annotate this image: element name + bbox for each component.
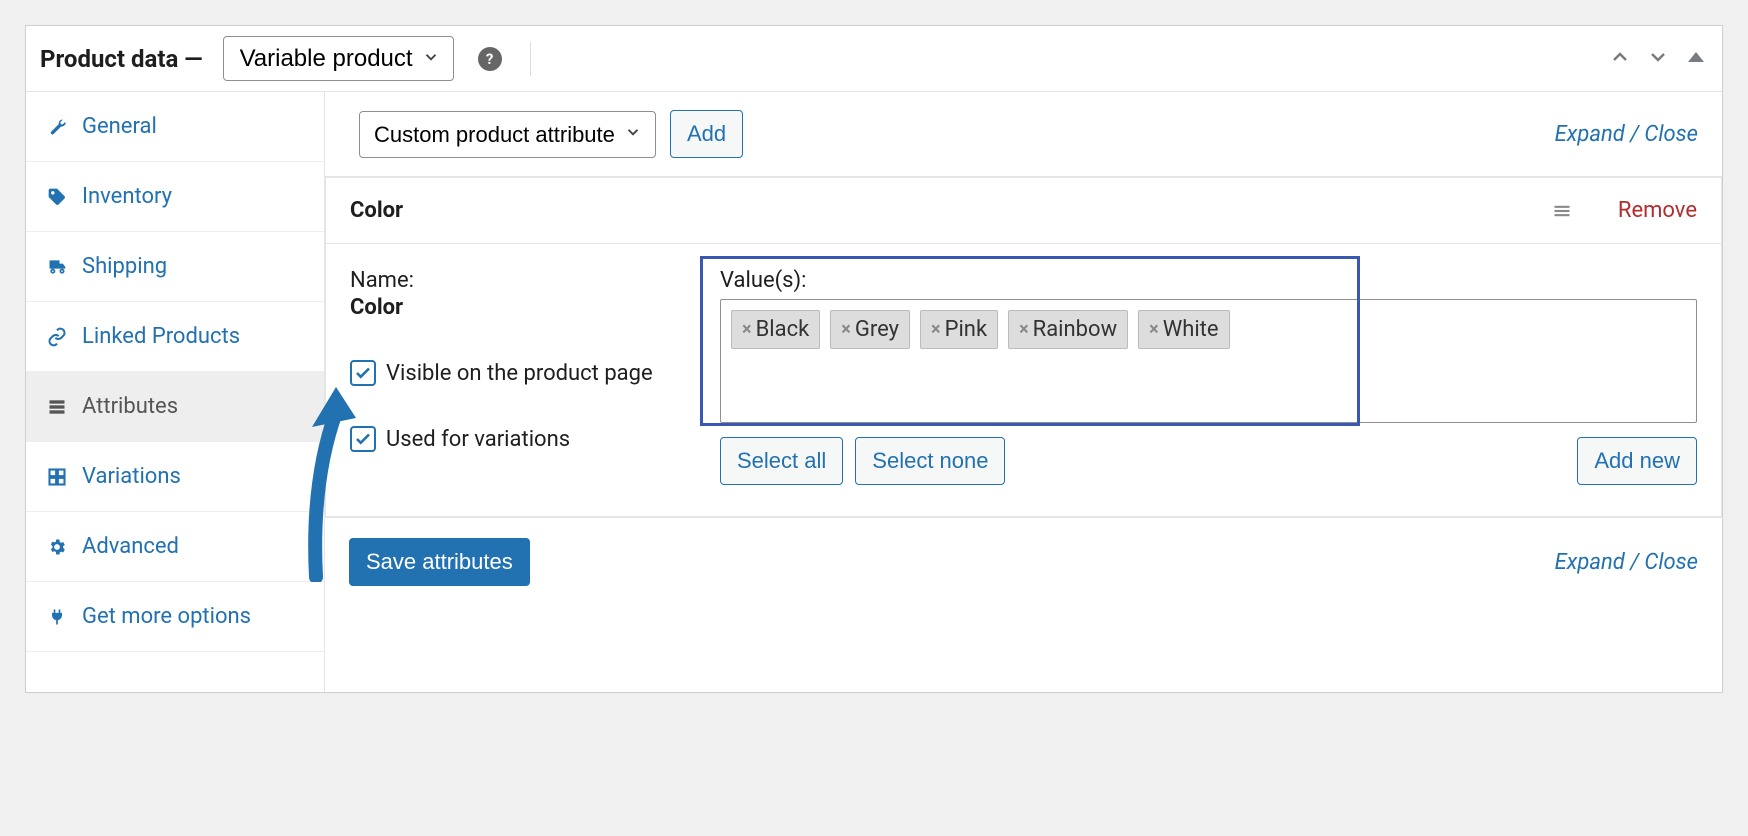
sidebar-item-label: Get more options (82, 604, 251, 629)
sidebar-item-label: General (82, 114, 157, 139)
value-tag[interactable]: ×White (1138, 310, 1229, 349)
remove-tag-icon[interactable]: × (841, 319, 851, 340)
wrench-icon (46, 117, 68, 137)
sidebar-item-general[interactable]: General (26, 92, 324, 162)
sidebar-item-label: Attributes (82, 394, 178, 419)
expand-close-link[interactable]: Expand / Close (1555, 550, 1698, 575)
sidebar-item-label: Shipping (82, 254, 167, 279)
attribute-block: Color Remove Name: Color (325, 177, 1722, 517)
used-for-variations-checkbox[interactable] (350, 426, 376, 452)
list-icon (46, 397, 68, 417)
select-none-button[interactable]: Select none (855, 437, 1005, 485)
visible-checkbox[interactable] (350, 360, 376, 386)
values-label: Value(s): (720, 268, 1697, 293)
plug-icon (46, 607, 68, 627)
panel-header: Product data — Variable product ? (26, 26, 1722, 92)
tag-icon (46, 187, 68, 207)
sidebar-item-linked-products[interactable]: Linked Products (26, 302, 324, 372)
sidebar-item-attributes[interactable]: Attributes (26, 372, 324, 442)
sidebar-item-label: Variations (82, 464, 181, 489)
used-for-variations-label: Used for variations (386, 427, 570, 452)
drag-handle-icon[interactable] (1550, 201, 1574, 221)
name-label: Name: (350, 268, 720, 293)
value-tag[interactable]: ×Grey (830, 310, 910, 349)
attribute-header[interactable]: Color Remove (326, 178, 1721, 244)
sidebar-item-advanced[interactable]: Advanced (26, 512, 324, 582)
values-tag-input[interactable]: ×Black ×Grey ×Pink ×Rainbow ×White (720, 299, 1697, 423)
value-tag[interactable]: ×Rainbow (1008, 310, 1128, 349)
attributes-footer: Save attributes Expand / Close (325, 517, 1722, 606)
remove-tag-icon[interactable]: × (1019, 319, 1029, 340)
product-type-select[interactable]: Variable product (223, 36, 454, 81)
sidebar-item-variations[interactable]: Variations (26, 442, 324, 512)
remove-tag-icon[interactable]: × (931, 319, 941, 340)
value-tag[interactable]: ×Black (731, 310, 820, 349)
sidebar-item-get-more-options[interactable]: Get more options (26, 582, 324, 652)
visible-label: Visible on the product page (386, 361, 653, 386)
select-all-button[interactable]: Select all (720, 437, 843, 485)
chevron-down-icon[interactable] (1646, 45, 1670, 73)
product-data-panel: Product data — Variable product ? Genera… (25, 25, 1723, 693)
truck-icon (46, 257, 68, 277)
divider (530, 42, 531, 76)
sidebar: General Inventory Shipping Linked Produc… (26, 92, 325, 692)
remove-attribute-link[interactable]: Remove (1618, 198, 1697, 223)
main-content: Custom product attribute Add Expand / Cl… (325, 92, 1722, 692)
attribute-name-value: Color (350, 295, 720, 320)
gear-icon (46, 537, 68, 557)
remove-tag-icon[interactable]: × (742, 319, 752, 340)
sidebar-item-label: Advanced (82, 534, 179, 559)
expand-close-link[interactable]: Expand / Close (1555, 122, 1698, 147)
help-icon[interactable]: ? (478, 47, 502, 71)
value-tag[interactable]: ×Pink (920, 310, 998, 349)
sidebar-item-label: Inventory (82, 184, 172, 209)
link-icon (46, 327, 68, 347)
add-attribute-button[interactable]: Add (670, 110, 743, 158)
attribute-title: Color (350, 198, 403, 223)
triangle-up-icon[interactable] (1684, 45, 1708, 73)
grid-icon (46, 467, 68, 487)
attributes-toolbar: Custom product attribute Add Expand / Cl… (325, 92, 1722, 177)
remove-tag-icon[interactable]: × (1149, 319, 1159, 340)
add-new-button[interactable]: Add new (1577, 437, 1697, 485)
sidebar-item-inventory[interactable]: Inventory (26, 162, 324, 232)
attribute-type-select[interactable]: Custom product attribute (359, 111, 656, 158)
save-attributes-button[interactable]: Save attributes (349, 538, 530, 586)
sidebar-item-shipping[interactable]: Shipping (26, 232, 324, 302)
chevron-up-icon[interactable] (1608, 45, 1632, 73)
panel-title: Product data — (40, 45, 203, 73)
sidebar-item-label: Linked Products (82, 324, 240, 349)
